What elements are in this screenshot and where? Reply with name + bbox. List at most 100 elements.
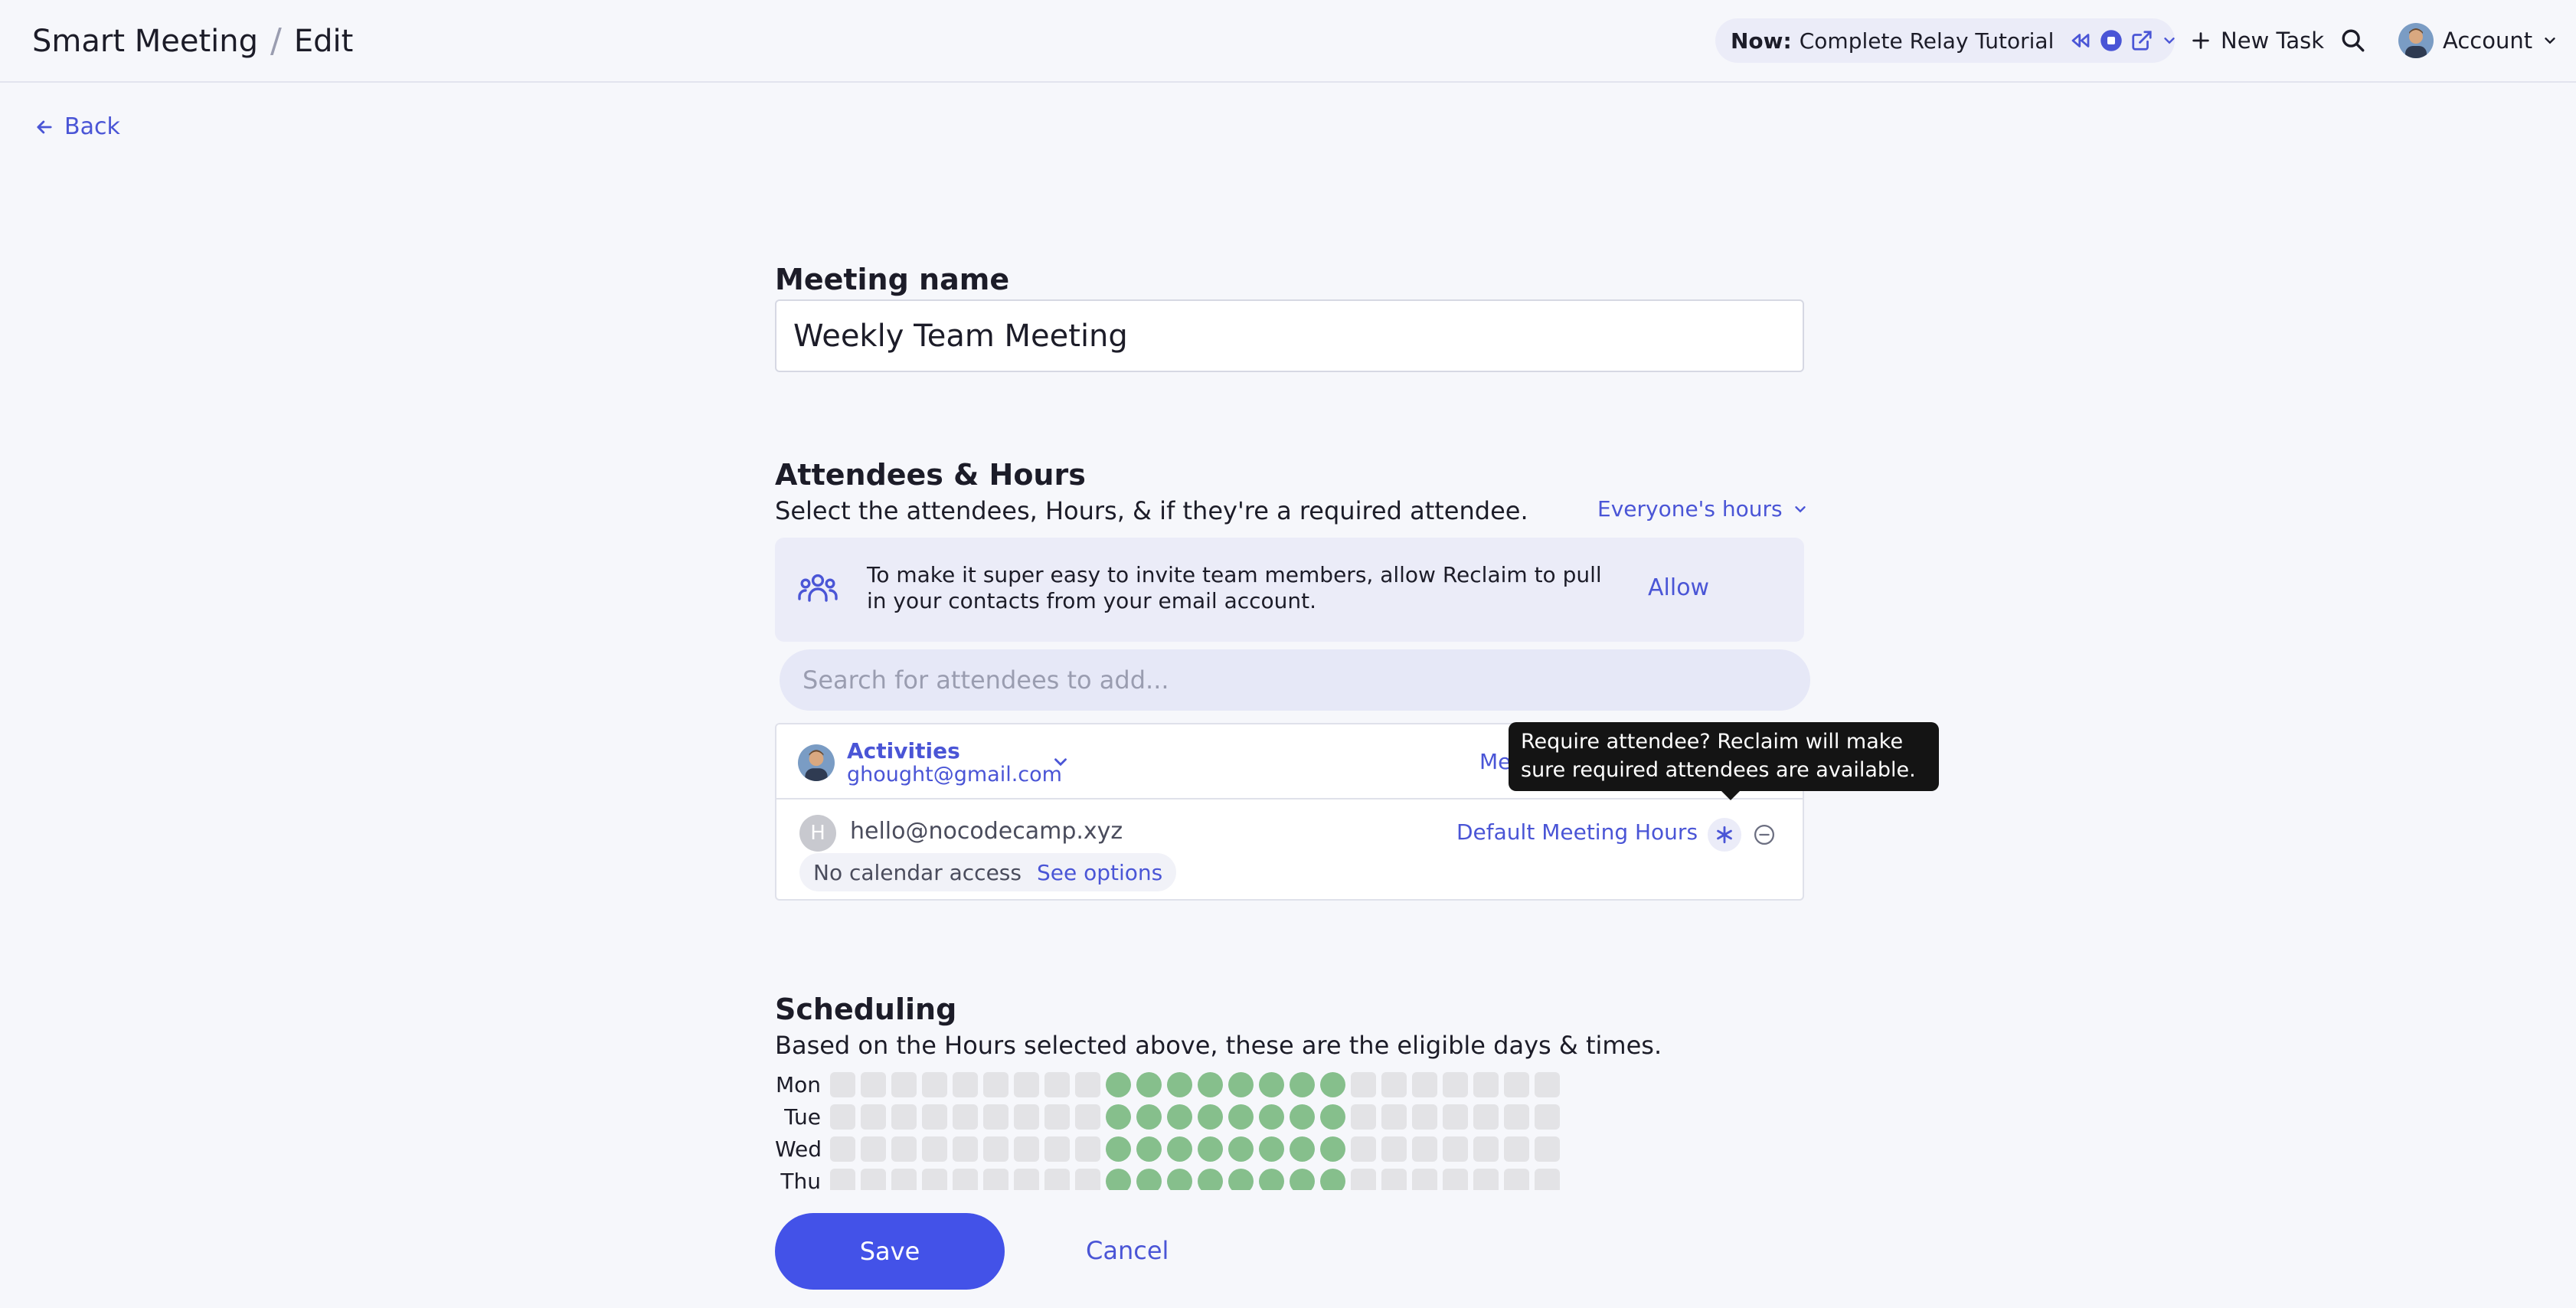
ineligible-slot bbox=[861, 1168, 886, 1190]
open-external-icon[interactable] bbox=[2130, 25, 2153, 56]
ineligible-slot bbox=[891, 1104, 917, 1130]
ineligible-slot bbox=[1014, 1168, 1039, 1190]
schedule-day-label: Thu bbox=[780, 1168, 821, 1191]
attendees-subtitle: Select the attendees, Hours, & if they'r… bbox=[775, 496, 1528, 525]
new-task-label: New Task bbox=[2221, 28, 2325, 54]
ineligible-slot bbox=[891, 1136, 917, 1162]
ineligible-slot bbox=[953, 1168, 978, 1190]
search-button[interactable] bbox=[2340, 18, 2366, 63]
schedule-day-label: Mon bbox=[775, 1071, 821, 1097]
account-menu[interactable]: Account bbox=[2398, 18, 2558, 63]
schedule-row: Wed bbox=[775, 1133, 1560, 1164]
ineligible-slot bbox=[861, 1104, 886, 1130]
eligible-slot bbox=[1259, 1071, 1284, 1097]
search-icon bbox=[2342, 29, 2365, 52]
rewind-icon[interactable] bbox=[2069, 25, 2092, 56]
breadcrumb-app[interactable]: Smart Meeting bbox=[32, 24, 258, 59]
ineligible-slot bbox=[1504, 1168, 1529, 1190]
allow-contacts-button[interactable]: Allow bbox=[1648, 574, 1709, 601]
guest-hours-dropdown[interactable]: Default Meeting Hours bbox=[1456, 819, 1721, 845]
schedule-row: Thu bbox=[775, 1166, 1560, 1190]
ineligible-slot bbox=[953, 1136, 978, 1162]
ineligible-slot bbox=[1075, 1168, 1100, 1190]
ineligible-slot bbox=[1443, 1104, 1468, 1130]
ineligible-slot bbox=[1351, 1104, 1376, 1130]
avatar bbox=[2398, 23, 2434, 58]
calendar-select-chevron-icon[interactable] bbox=[1051, 752, 1071, 775]
eligible-slot bbox=[1320, 1104, 1345, 1130]
owner-calendar-name[interactable]: Activities bbox=[847, 738, 960, 764]
ineligible-slot bbox=[1473, 1136, 1499, 1162]
ineligible-slot bbox=[922, 1136, 947, 1162]
ineligible-slot bbox=[1473, 1104, 1499, 1130]
ineligible-slot bbox=[1443, 1136, 1468, 1162]
ineligible-slot bbox=[983, 1168, 1008, 1190]
eligible-slot bbox=[1198, 1104, 1223, 1130]
eligible-slot bbox=[1228, 1168, 1254, 1190]
ineligible-slot bbox=[922, 1071, 947, 1097]
eligible-slot bbox=[1106, 1168, 1131, 1190]
no-calendar-access-chip: No calendar access See options bbox=[799, 853, 1177, 891]
scheduling-title: Scheduling bbox=[775, 992, 957, 1026]
eligible-slot bbox=[1259, 1136, 1284, 1162]
eligible-slot bbox=[1320, 1071, 1345, 1097]
ineligible-slot bbox=[983, 1071, 1008, 1097]
now-playing-pill: Now: Complete Relay Tutorial bbox=[1715, 18, 2178, 63]
ineligible-slot bbox=[891, 1168, 917, 1190]
save-button[interactable]: Save bbox=[775, 1213, 1005, 1290]
eligible-slot bbox=[1259, 1104, 1284, 1130]
ineligible-slot bbox=[1351, 1168, 1376, 1190]
owner-email[interactable]: ghought@gmail.com bbox=[847, 763, 1062, 786]
breadcrumb: Smart Meeting / Edit bbox=[32, 21, 353, 60]
ineligible-slot bbox=[953, 1104, 978, 1130]
guest-email: hello@nocodecamp.xyz bbox=[850, 818, 1123, 845]
remove-attendee-button[interactable] bbox=[1747, 818, 1781, 852]
meeting-name-input[interactable] bbox=[775, 299, 1804, 372]
eligible-slot bbox=[1106, 1071, 1131, 1097]
minus-circle-icon bbox=[1754, 825, 1774, 845]
everyones-hours-dropdown[interactable]: Everyone's hours bbox=[1597, 496, 1809, 522]
ineligible-slot bbox=[1504, 1104, 1529, 1130]
eligible-slot bbox=[1290, 1071, 1315, 1097]
schedule-row: Tue bbox=[775, 1101, 1560, 1132]
require-attendee-toggle[interactable] bbox=[1708, 818, 1741, 852]
ineligible-slot bbox=[1014, 1136, 1039, 1162]
eligible-slot bbox=[1259, 1168, 1284, 1190]
ineligible-slot bbox=[891, 1071, 917, 1097]
eligible-slot bbox=[1198, 1136, 1223, 1162]
schedule-day-label: Wed bbox=[775, 1136, 822, 1162]
eligible-slot bbox=[1228, 1136, 1254, 1162]
eligible-slot bbox=[1198, 1168, 1223, 1190]
ineligible-slot bbox=[1535, 1071, 1560, 1097]
schedule-day-label: Tue bbox=[784, 1104, 821, 1130]
attendee-search-input[interactable] bbox=[780, 649, 1810, 711]
ineligible-slot bbox=[1075, 1071, 1100, 1097]
back-link[interactable]: Back bbox=[34, 113, 120, 140]
ineligible-slot bbox=[1381, 1071, 1407, 1097]
eligible-slot bbox=[1167, 1136, 1192, 1162]
ineligible-slot bbox=[1044, 1071, 1070, 1097]
ineligible-slot bbox=[1535, 1168, 1560, 1190]
now-task-title[interactable]: Complete Relay Tutorial bbox=[1800, 28, 2055, 54]
ineligible-slot bbox=[1443, 1168, 1468, 1190]
eligible-slot bbox=[1136, 1136, 1162, 1162]
ineligible-slot bbox=[1443, 1071, 1468, 1097]
ineligible-slot bbox=[983, 1136, 1008, 1162]
attendees-title: Attendees & Hours bbox=[775, 458, 1086, 492]
stop-icon[interactable] bbox=[2100, 25, 2123, 56]
cancel-button[interactable]: Cancel bbox=[1086, 1236, 1169, 1265]
ineligible-slot bbox=[1381, 1136, 1407, 1162]
eligible-slot bbox=[1136, 1104, 1162, 1130]
scheduling-subtitle: Based on the Hours selected above, these… bbox=[775, 1031, 1662, 1060]
ineligible-slot bbox=[1535, 1104, 1560, 1130]
ineligible-slot bbox=[1014, 1071, 1039, 1097]
ineligible-slot bbox=[1044, 1136, 1070, 1162]
eligible-slot bbox=[1167, 1071, 1192, 1097]
ineligible-slot bbox=[953, 1071, 978, 1097]
eligible-slot bbox=[1228, 1071, 1254, 1097]
see-options-link[interactable]: See options bbox=[1037, 860, 1162, 885]
breadcrumb-page: Edit bbox=[293, 23, 354, 59]
chevron-down-icon[interactable] bbox=[2161, 25, 2178, 56]
new-task-button[interactable]: New Task bbox=[2190, 18, 2324, 63]
ineligible-slot bbox=[1504, 1071, 1529, 1097]
